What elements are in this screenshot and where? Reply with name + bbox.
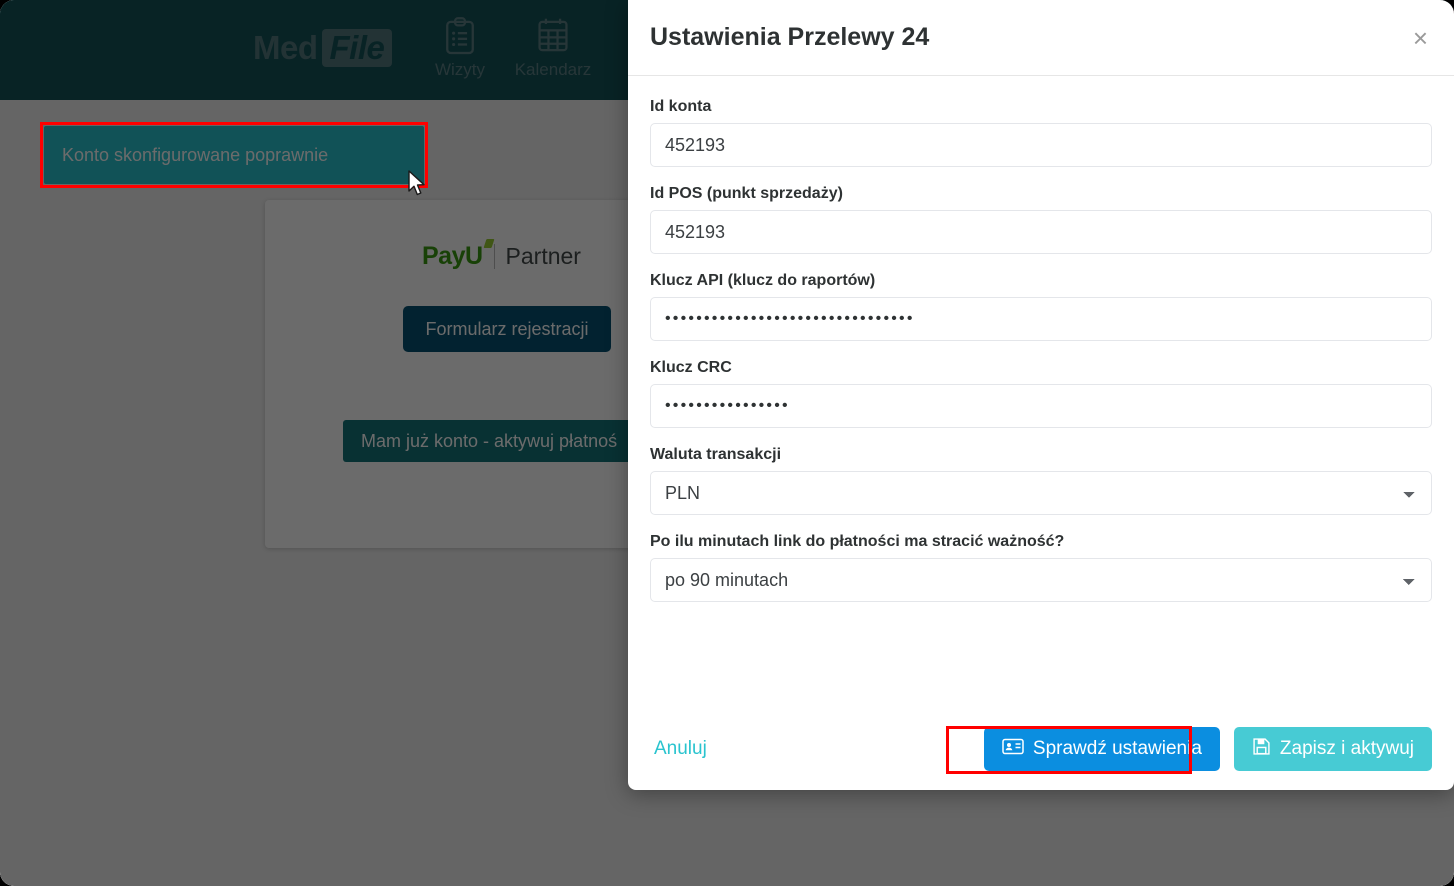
label-currency: Waluta transakcji [650,446,782,463]
cancel-button[interactable]: Anuluj [650,732,711,766]
field-link-expiry: Po ilu minutach link do płatności ma str… [650,533,1432,602]
account-id-input[interactable] [650,123,1432,167]
label-account-id: Id konta [650,98,712,115]
przelewy24-settings-modal: Ustawienia Przelewy 24 × Id konta Id POS… [628,0,1454,790]
label-api-key: Klucz API (klucz do raportów) [650,272,876,289]
field-pos-id: Id POS (punkt sprzedaży) [650,185,1432,254]
currency-select[interactable]: PLNEURUSDGBP [650,471,1432,515]
field-crc-key: Klucz CRC [650,359,1432,428]
label-link-expiry: Po ilu minutach link do płatności ma str… [650,533,1065,550]
field-currency: Waluta transakcji PLNEURUSDGBP [650,446,1432,515]
address-card-icon [1002,738,1024,761]
modal-footer: Anuluj Sprawdź ustawienia Zapisz i aktyw… [628,708,1454,790]
field-account-id: Id konta [650,98,1432,167]
close-icon[interactable]: × [1413,25,1428,51]
label-crc-key: Klucz CRC [650,359,732,376]
check-settings-label: Sprawdź ustawienia [1032,738,1202,759]
modal-body: Id konta Id POS (punkt sprzedaży) Klucz … [628,76,1454,708]
check-settings-button[interactable]: Sprawdź ustawienia [983,727,1220,771]
floppy-save-icon [1252,737,1271,762]
footer-actions: Sprawdź ustawienia Zapisz i aktywuj [983,727,1432,771]
modal-title: Ustawienia Przelewy 24 [650,23,930,51]
save-and-activate-button[interactable]: Zapisz i aktywuj [1233,727,1432,771]
link-expiry-select[interactable]: po 15 minutachpo 30 minutachpo 60 minuta… [650,558,1432,602]
crc-key-input[interactable] [650,384,1432,428]
label-pos-id: Id POS (punkt sprzedaży) [650,185,843,202]
save-and-activate-label: Zapisz i aktywuj [1279,738,1414,759]
field-api-key: Klucz API (klucz do raportów) [650,272,1432,341]
browser-viewport: Med File [0,0,1454,886]
pos-id-input[interactable] [650,210,1432,254]
api-key-input[interactable] [650,297,1432,341]
modal-header: Ustawienia Przelewy 24 × [628,0,1454,76]
